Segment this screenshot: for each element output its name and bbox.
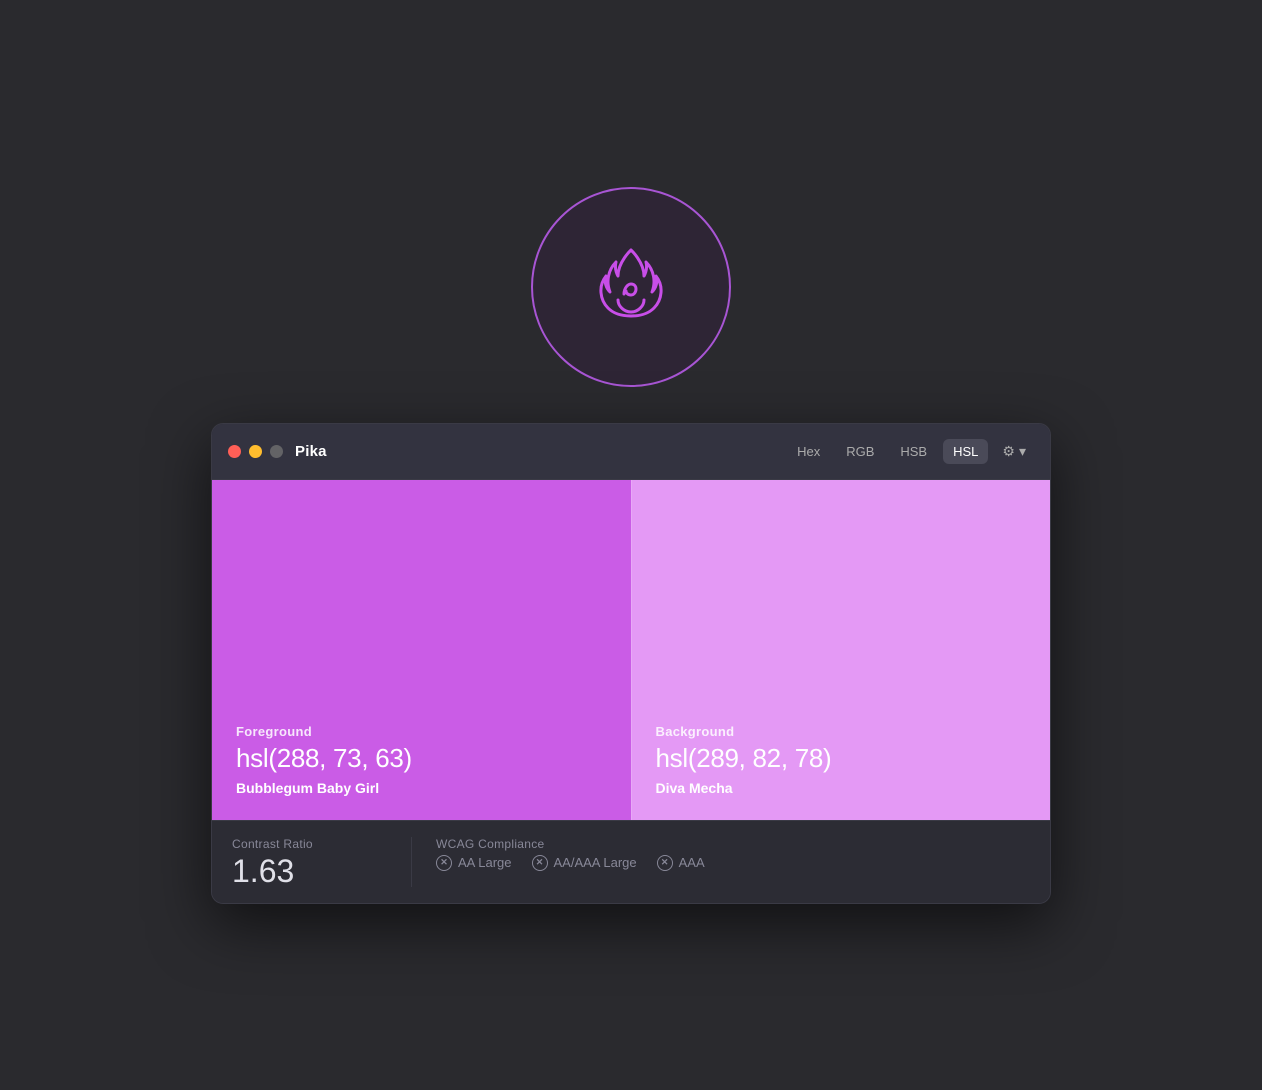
titlebar-right: Hex RGB HSB HSL ⚙ ▾ bbox=[787, 438, 1034, 465]
fullscreen-button[interactable] bbox=[270, 445, 283, 458]
wcag-aaa-icon: ✕ bbox=[657, 855, 673, 871]
wcag-aaa-label: AAA bbox=[679, 855, 705, 870]
close-button[interactable] bbox=[228, 445, 241, 458]
background-label: Background bbox=[656, 724, 1027, 739]
app-icon-circle bbox=[531, 187, 731, 387]
contrast-section: Contrast Ratio 1.63 bbox=[232, 837, 412, 887]
foreground-label: Foreground bbox=[236, 724, 607, 739]
wcag-aaa: ✕ AAA bbox=[657, 855, 705, 871]
titlebar-left: Pika bbox=[228, 443, 327, 460]
bottom-bar: Contrast Ratio 1.63 WCAG Compliance ✕ AA… bbox=[212, 820, 1050, 903]
app-title: Pika bbox=[295, 443, 327, 460]
traffic-lights bbox=[228, 445, 283, 458]
wcag-aa-large-icon: ✕ bbox=[436, 855, 452, 871]
wcag-aa-aaa-large-label: AA/AAA Large bbox=[554, 855, 637, 870]
format-hex-button[interactable]: Hex bbox=[787, 439, 830, 464]
wcag-section: WCAG Compliance ✕ AA Large ✕ AA/AAA Larg… bbox=[412, 837, 1030, 871]
wcag-aa-large: ✕ AA Large bbox=[436, 855, 512, 871]
foreground-panel[interactable]: Foreground hsl(288, 73, 63) Bubblegum Ba… bbox=[212, 480, 631, 820]
background-value: hsl(289, 82, 78) bbox=[656, 743, 1027, 774]
foreground-value: hsl(288, 73, 63) bbox=[236, 743, 607, 774]
gear-icon: ⚙ bbox=[1002, 443, 1015, 460]
main-window: Pika Hex RGB HSB HSL ⚙ ▾ Foreground hsl(… bbox=[211, 423, 1051, 904]
color-panels: Foreground hsl(288, 73, 63) Bubblegum Ba… bbox=[212, 480, 1050, 820]
minimize-button[interactable] bbox=[249, 445, 262, 458]
background-color-name: Diva Mecha bbox=[656, 780, 1027, 796]
foreground-color-name: Bubblegum Baby Girl bbox=[236, 780, 607, 796]
contrast-ratio-value: 1.63 bbox=[232, 855, 387, 887]
wcag-aa-aaa-large: ✕ AA/AAA Large bbox=[532, 855, 637, 871]
format-hsb-button[interactable]: HSB bbox=[890, 439, 937, 464]
contrast-ratio-label: Contrast Ratio bbox=[232, 837, 387, 851]
wcag-fail-icon-2: ✕ bbox=[536, 858, 544, 867]
format-rgb-button[interactable]: RGB bbox=[836, 439, 884, 464]
format-hsl-button[interactable]: HSL bbox=[943, 439, 988, 464]
wcag-items: ✕ AA Large ✕ AA/AAA Large ✕ AAA bbox=[436, 855, 1030, 871]
wcag-fail-icon-3: ✕ bbox=[661, 858, 669, 867]
app-icon-container bbox=[531, 187, 731, 387]
chevron-down-icon: ▾ bbox=[1019, 443, 1026, 460]
settings-button[interactable]: ⚙ ▾ bbox=[994, 438, 1034, 465]
pika-flame-icon bbox=[576, 232, 686, 342]
wcag-label: WCAG Compliance bbox=[436, 837, 1030, 851]
wcag-aa-large-label: AA Large bbox=[458, 855, 512, 870]
wcag-aa-aaa-large-icon: ✕ bbox=[532, 855, 548, 871]
wcag-fail-icon: ✕ bbox=[440, 858, 448, 867]
background-panel[interactable]: Background hsl(289, 82, 78) Diva Mecha bbox=[631, 480, 1051, 820]
titlebar: Pika Hex RGB HSB HSL ⚙ ▾ bbox=[212, 424, 1050, 480]
